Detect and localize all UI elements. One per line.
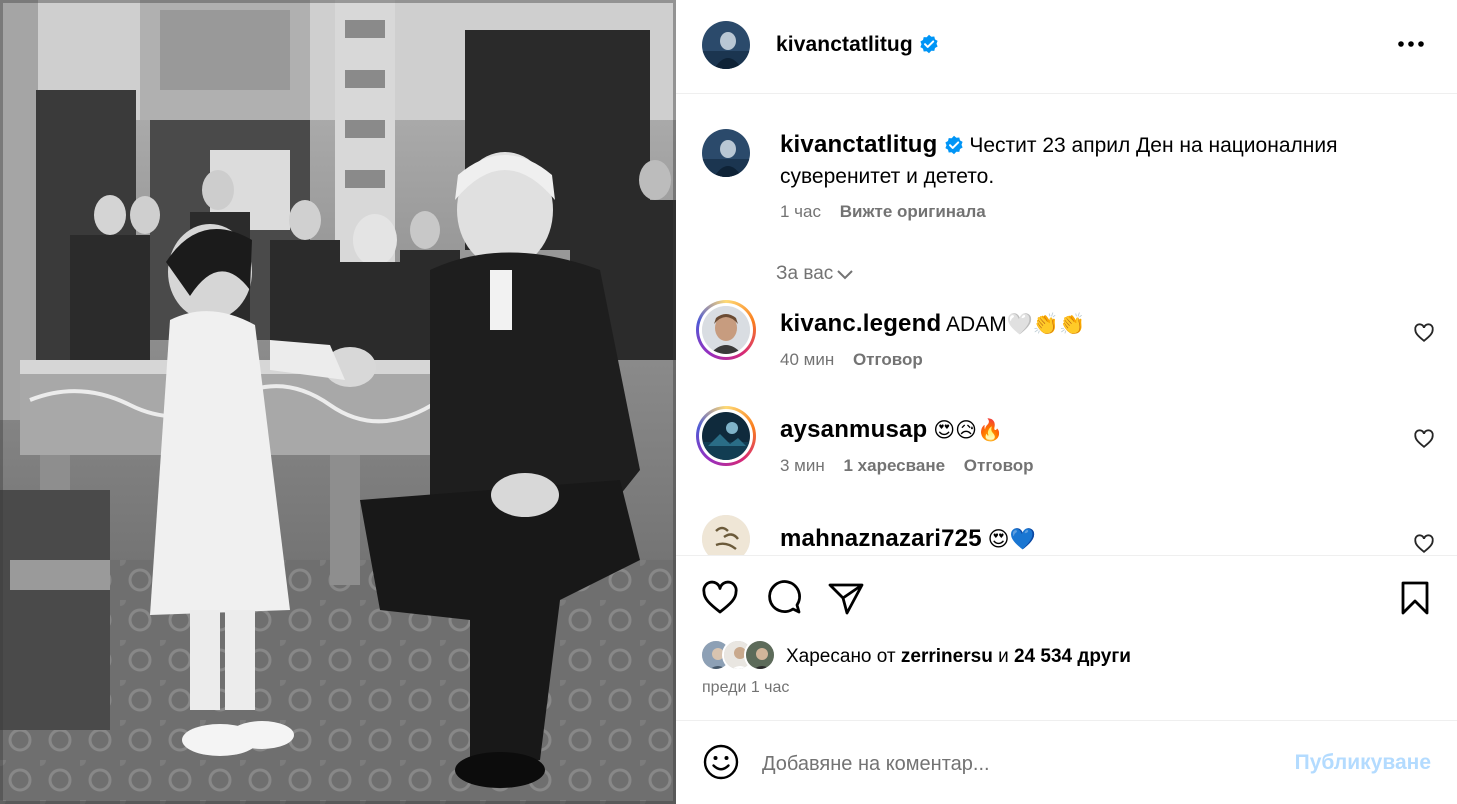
likes-prefix: Харесано от <box>786 646 896 667</box>
bookmark-icon <box>1401 581 1429 615</box>
comment-username[interactable]: mahnaznazari725 <box>780 525 982 552</box>
caption-line: kivanctatlitug Честит 23 април Ден на на… <box>780 129 1367 192</box>
comment-meta: 3 мин 1 харесване Отговор <box>780 456 1048 476</box>
likes-user[interactable]: zerrinersu <box>901 646 993 667</box>
comment-time[interactable]: 3 мин <box>780 456 825 475</box>
for-you-filter[interactable]: За вас <box>776 263 853 285</box>
reply-button[interactable]: Отговор <box>964 456 1034 475</box>
verified-badge-icon <box>920 34 938 54</box>
caption-author-avatar[interactable] <box>702 129 750 177</box>
author-username-text[interactable]: kivanctatlitug <box>776 33 913 56</box>
post-time-ago[interactable]: преди 1 час <box>702 679 789 697</box>
comment-likes[interactable]: 1 харесване <box>843 456 945 475</box>
save-button[interactable] <box>1395 578 1435 618</box>
heart-icon <box>702 580 738 614</box>
commenter-avatar[interactable] <box>702 412 750 460</box>
story-ring[interactable] <box>696 300 756 360</box>
comment-username[interactable]: aysanmusap <box>780 416 927 443</box>
post-header: kivanctatlitug <box>676 0 1457 94</box>
more-options-button[interactable] <box>1395 32 1427 56</box>
reply-button[interactable]: Отговор <box>853 350 923 369</box>
comment-text: ADAM🤍👏👏 <box>946 313 1086 336</box>
comment-input[interactable] <box>762 747 1232 781</box>
likes-others[interactable]: 24 534 други <box>1014 646 1131 667</box>
action-bar <box>676 572 1457 622</box>
for-you-label[interactable]: За вас <box>776 263 833 284</box>
see-original-button[interactable]: Вижте оригинала <box>840 202 986 221</box>
story-ring[interactable] <box>696 406 756 466</box>
commenter-avatar[interactable] <box>702 515 750 555</box>
verified-badge-icon <box>944 135 963 155</box>
comment-button[interactable] <box>764 578 804 618</box>
paper-plane-icon <box>828 583 864 615</box>
caption-username[interactable]: kivanctatlitug <box>780 131 938 158</box>
caption-time[interactable]: 1 час <box>780 202 821 221</box>
comment-meta: 40 мин Отговор <box>780 350 937 370</box>
comment-text: 😍💙 <box>987 528 1036 551</box>
post-detail-panel: kivanctatlitug kivanctatlitug Честит 23 … <box>676 0 1457 804</box>
likes-summary: Харесано от zerrinersu и 24 534 други <box>700 638 1440 672</box>
comment-line: aysanmusap 😍😥🔥 <box>780 414 1367 446</box>
author-username[interactable]: kivanctatlitug <box>776 33 939 57</box>
comment-like-icon[interactable] <box>1413 428 1435 450</box>
comment-like-icon[interactable] <box>1413 533 1435 555</box>
publish-comment-button[interactable]: Публикуване <box>1295 751 1431 775</box>
post-image <box>0 0 676 804</box>
more-horizontal-icon <box>1398 41 1424 47</box>
divider <box>676 555 1457 556</box>
liker-avatars[interactable] <box>700 639 780 671</box>
comment-bubble-icon <box>768 580 801 614</box>
comment-time[interactable]: 40 мин <box>780 350 834 369</box>
commenter-avatar[interactable] <box>702 306 750 354</box>
share-button[interactable] <box>826 578 866 618</box>
smiley-icon <box>703 744 739 780</box>
liker-avatar <box>744 639 776 671</box>
comment-username[interactable]: kivanc.legend <box>780 310 941 337</box>
caption-meta: 1 час Вижте оригинала <box>780 202 1000 222</box>
comment-text: 😍😥🔥 <box>933 419 1004 442</box>
emoji-button[interactable] <box>702 743 740 781</box>
like-button[interactable] <box>700 578 740 618</box>
comment-line: mahnaznazari725 😍💙 <box>780 523 1367 555</box>
likes-text: Харесано от zerrinersu и 24 534 други <box>786 646 1131 668</box>
comment-like-icon[interactable] <box>1413 322 1435 344</box>
author-avatar[interactable] <box>702 21 750 69</box>
comments-scroll-area[interactable]: kivanctatlitug Честит 23 април Ден на на… <box>676 95 1457 555</box>
likes-joiner: и <box>998 646 1009 667</box>
comment-line: kivanc.legend ADAM🤍👏👏 <box>780 308 1367 340</box>
add-comment-bar: Публикуване <box>676 720 1457 804</box>
chevron-down-icon <box>837 270 853 280</box>
